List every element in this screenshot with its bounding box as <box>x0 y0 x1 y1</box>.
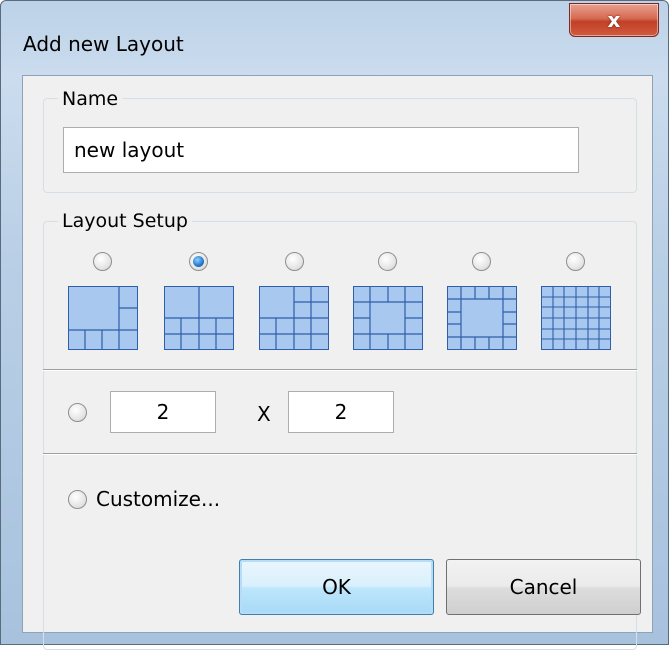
preset-radio-4[interactable] <box>378 252 397 271</box>
ok-button[interactable]: OK <box>239 559 434 615</box>
customize-radio[interactable] <box>68 490 87 509</box>
layout-1-plus-16-icon[interactable] <box>447 286 517 350</box>
layout-1-plus-12-icon[interactable] <box>353 286 423 350</box>
layout-1-plus-7-icon[interactable] <box>164 286 234 350</box>
close-button[interactable]: x <box>569 3 659 37</box>
preset-radio-3[interactable] <box>285 252 304 271</box>
layout-setup-label: Layout Setup <box>58 210 192 232</box>
cols-input[interactable] <box>288 391 394 433</box>
divider-2 <box>43 453 637 455</box>
layout-4-plus-32-icon[interactable] <box>541 286 611 350</box>
layout-1-plus-9-icon[interactable] <box>259 286 329 350</box>
divider-1 <box>43 369 637 371</box>
customize-label[interactable]: Customize... <box>96 487 220 511</box>
rows-input[interactable] <box>110 391 216 433</box>
preset-radio-5[interactable] <box>472 252 491 271</box>
dialog-title: Add new Layout <box>23 32 184 56</box>
dialog-body: Name Layout Setup <box>22 75 653 650</box>
preset-radio-1[interactable] <box>93 252 112 271</box>
layout-name-input[interactable] <box>63 127 579 173</box>
grid-size-radio[interactable] <box>68 403 87 422</box>
dialog-window: Add new Layout x Name Layout Setup <box>0 0 669 650</box>
grid-separator: X <box>257 402 271 426</box>
cancel-button[interactable]: Cancel <box>446 559 641 615</box>
name-group-label: Name <box>58 88 123 110</box>
preset-radio-2[interactable] <box>189 252 208 271</box>
close-icon: x <box>607 8 621 32</box>
title-bar[interactable]: Add new Layout x <box>1 1 668 81</box>
layout-1-plus-5-icon[interactable] <box>68 286 138 350</box>
preset-radio-6[interactable] <box>566 252 585 271</box>
